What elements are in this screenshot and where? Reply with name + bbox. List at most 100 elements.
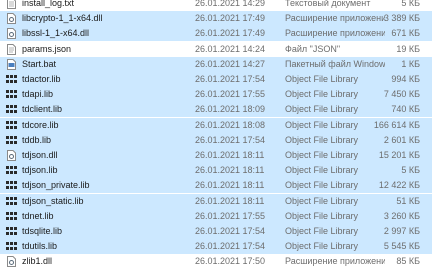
file-size: 2 997 КБ (383, 226, 420, 236)
file-row[interactable]: tddb.lib 26.01.2021 17:54 Object File Libr… (0, 132, 432, 148)
file-name: tdnet.lib (22, 210, 54, 221)
file-name: zlib1.dll (22, 256, 53, 267)
file-name: tdcore.lib (22, 119, 59, 130)
file-size: 3 260 КБ (383, 210, 420, 221)
lib-file-icon (6, 242, 17, 251)
file-size: 740 КБ (391, 104, 420, 115)
file-size: 15 201 КБ (378, 150, 420, 160)
file-row[interactable]: tdjson.dll 26.01.2021 18:11 Object File Li… (0, 148, 432, 163)
file-date: 26.01.2021 18:11 (195, 150, 265, 160)
file-row[interactable]: install_log.txt 26.01.2021 14:29 Текстовый… (0, 0, 432, 11)
file-size: 166 614 КБ (373, 119, 420, 130)
file-date: 26.01.2021 18:08 (195, 119, 266, 130)
file-size: 85 КБ (396, 256, 420, 267)
file-size: 994 КБ (391, 74, 420, 84)
file-size: 51 КБ (396, 195, 420, 206)
file-date: 26.01.2021 17:54 (195, 226, 266, 236)
file-date: 26.01.2021 18:11 (195, 180, 265, 191)
file-row[interactable]: tdjson.lib 26.01.2021 18:11 Object File Li… (0, 163, 432, 179)
file-name: params.json (22, 43, 72, 54)
file-name: tdapi.lib (22, 89, 54, 100)
file-size: 12 422 КБ (378, 180, 420, 191)
file-date: 26.01.2021 17:50 (195, 256, 266, 267)
file-size: 5 545 КБ (383, 241, 420, 252)
file-size: 19 КБ (396, 43, 420, 54)
file-row[interactable]: libssl-1_1-x64.dll 26.01.2021 17:49 Расшир… (0, 26, 432, 42)
file-name: tdactor.lib (22, 74, 61, 84)
file-icon-cell (6, 178, 20, 193)
dll-file-icon (6, 256, 17, 268)
dll-file-icon (6, 13, 17, 25)
lib-file-icon (6, 181, 17, 190)
lib-file-icon (6, 166, 17, 175)
file-row[interactable]: tdutils.lib 26.01.2021 17:54 Object File L… (0, 239, 432, 255)
file-icon-cell (6, 0, 20, 11)
file-row[interactable]: tdnet.lib 26.01.2021 17:55 Object File Lib… (0, 208, 432, 224)
lib-file-icon (6, 105, 17, 114)
file-name: tddb.lib (22, 134, 52, 145)
file-date: 26.01.2021 17:55 (195, 89, 266, 100)
file-date: 26.01.2021 17:49 (195, 28, 266, 39)
file-row[interactable]: tdapi.lib 26.01.2021 17:55 Object File Lib… (0, 87, 432, 103)
dll-file-icon (6, 150, 17, 161)
file-row[interactable]: tdjson_static.lib 26.01.2021 18:11 Object … (0, 193, 432, 209)
lib-file-icon (6, 90, 17, 99)
file-date: 26.01.2021 17:54 (195, 241, 266, 252)
file-size: 7 450 КБ (383, 89, 420, 100)
file-row[interactable]: tdcore.lib 26.01.2021 18:08 Object File Li… (0, 117, 432, 133)
dll-file-icon (6, 28, 17, 40)
file-name: Start.bat (22, 58, 57, 69)
file-row[interactable]: zlib1.dll 26.01.2021 17:50 Расширение прил… (0, 254, 432, 269)
file-icon-cell (6, 163, 20, 178)
bat-file-icon (6, 58, 17, 70)
lib-file-icon (6, 75, 17, 84)
file-name: libcrypto-1_1-x64.dll (22, 13, 103, 24)
file-icon-cell (6, 224, 20, 239)
file-date: 26.01.2021 18:11 (195, 195, 265, 206)
file-name: tdjson.lib (22, 165, 58, 176)
file-icon-cell (6, 26, 20, 41)
file-row[interactable]: tdclient.lib 26.01.2021 18:09 Object File … (0, 102, 432, 118)
file-size: 5 КБ (401, 165, 420, 176)
file-icon-cell (6, 87, 20, 102)
lib-file-icon (6, 211, 17, 221)
file-row[interactable]: tdsqlite.lib 26.01.2021 17:54 Object File … (0, 224, 432, 239)
file-icon-cell (6, 72, 20, 87)
file-icon-cell (6, 239, 20, 254)
lib-file-icon (6, 120, 17, 130)
file-date: 26.01.2021 17:54 (195, 74, 266, 84)
file-name: libssl-1_1-x64.dll (22, 28, 90, 39)
file-row[interactable]: params.json 26.01.2021 14:24 Файл "JSON" 19… (0, 42, 432, 57)
text-file-icon (6, 0, 17, 9)
lib-file-icon (6, 135, 17, 145)
file-date: 26.01.2021 18:09 (195, 104, 266, 115)
file-name: tdjson_static.lib (22, 195, 84, 206)
file-icon-cell (6, 42, 20, 57)
file-icon-cell (6, 118, 20, 133)
file-name: tdutils.lib (22, 241, 58, 252)
file-size: 1 КБ (401, 58, 420, 69)
file-size: 5 КБ (401, 0, 420, 8)
file-icon-cell (6, 254, 20, 269)
file-icon-cell (6, 57, 20, 72)
file-name: tdsqlite.lib (22, 226, 63, 236)
file-row[interactable]: tdactor.lib 26.01.2021 17:54 Object File L… (0, 72, 432, 87)
lib-file-icon (6, 227, 17, 236)
file-icon-cell (6, 194, 20, 209)
file-date: 26.01.2021 17:55 (195, 210, 266, 221)
json-file-icon (6, 43, 17, 55)
file-row[interactable]: libcrypto-1_1-x64.dll 26.01.2021 17:49 Рас… (0, 11, 432, 27)
file-icon-cell (6, 11, 20, 26)
file-row[interactable]: Start.bat 26.01.2021 14:27 Пакетный файл W… (0, 56, 432, 72)
file-size: 3 389 КБ (383, 13, 420, 24)
file-name: install_log.txt (22, 0, 75, 8)
lib-file-icon (6, 196, 17, 206)
file-size: 671 КБ (391, 28, 420, 39)
file-row[interactable]: tdjson_private.lib 26.01.2021 18:11 Object… (0, 178, 432, 194)
file-date: 26.01.2021 17:49 (195, 13, 266, 24)
file-icon-cell (6, 148, 20, 163)
file-date: 26.01.2021 14:29 (195, 0, 266, 8)
file-date: 26.01.2021 14:24 (195, 43, 266, 54)
file-name: tdjson.dll (22, 150, 58, 160)
file-name: tdjson_private.lib (22, 180, 90, 191)
